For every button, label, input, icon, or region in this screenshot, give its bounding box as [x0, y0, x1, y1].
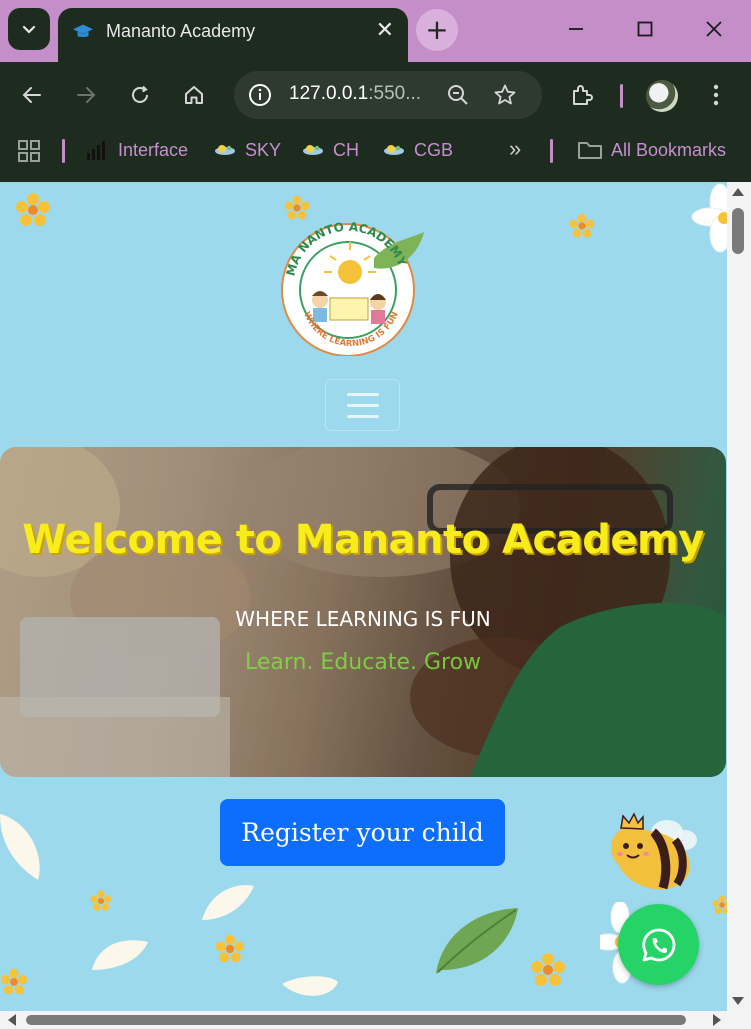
- minimize-button[interactable]: [561, 14, 591, 44]
- bookmark-label: CGB: [414, 139, 454, 160]
- url-text[interactable]: 127.0.0.1:550...: [289, 83, 421, 105]
- bookmark-label: SKY: [245, 139, 282, 160]
- satellite-icon: [303, 145, 323, 155]
- apps-grid-icon: [18, 140, 40, 162]
- flower-icon: [569, 213, 595, 238]
- hero-tagline: Learn. Educate. Grow: [244, 650, 482, 675]
- scroll-down-arrow[interactable]: [732, 997, 744, 1005]
- hamburger-line: [346, 414, 379, 418]
- horizontal-scrollbar[interactable]: [0, 1011, 751, 1029]
- register-child-button[interactable]: Register your child: [220, 799, 505, 866]
- leaf-icon: [436, 908, 518, 974]
- whatsapp-button[interactable]: [618, 904, 699, 985]
- vertical-scrollbar[interactable]: [727, 182, 751, 1011]
- flower-icon: [90, 890, 112, 911]
- new-tab-button[interactable]: +: [416, 9, 458, 51]
- close-window-button[interactable]: [699, 14, 729, 44]
- profile-avatar[interactable]: [646, 80, 678, 112]
- reload-icon: [132, 85, 148, 103]
- scroll-left-arrow[interactable]: [8, 1014, 16, 1026]
- petal-icon: [282, 976, 338, 996]
- bee-icon: [611, 812, 697, 890]
- flower-icon: [16, 193, 50, 226]
- title-bar: Mananto Academy ✕ +: [0, 0, 751, 62]
- flower-icon: [712, 895, 727, 914]
- daisy-icon: [691, 183, 727, 253]
- arrow-right-icon: [77, 87, 96, 103]
- apps-button[interactable]: [17, 139, 41, 163]
- bookmarks-separator: [550, 139, 553, 163]
- minimize-icon: [569, 28, 583, 30]
- bookmark-interface[interactable]: Interface: [86, 139, 188, 161]
- bookmark-ch[interactable]: CH: [301, 139, 359, 161]
- tab-title: Mananto Academy: [106, 21, 256, 41]
- hero-title: Welcome to Mananto Academy: [22, 517, 704, 563]
- url-host: 127.0.0.1: [289, 83, 369, 104]
- kebab-menu-icon: [713, 84, 719, 106]
- satellite-icon: [384, 145, 404, 155]
- folder-icon: [578, 142, 602, 159]
- flower-icon: [215, 934, 245, 963]
- site-info-icon[interactable]: [248, 83, 272, 107]
- browser-toolbar: 127.0.0.1:550...: [0, 62, 751, 128]
- home-button[interactable]: [179, 80, 209, 110]
- browser-tab[interactable]: Mananto Academy ✕: [58, 8, 408, 62]
- flower-icon: [0, 968, 28, 995]
- bookmark-cgb[interactable]: CGB: [382, 139, 453, 161]
- zoom-icon[interactable]: [446, 83, 470, 107]
- back-button[interactable]: [17, 80, 47, 110]
- bookmarks-bar: Interface SKY CH CGB » All Bookmarks: [0, 128, 751, 182]
- hamburger-line: [346, 392, 379, 396]
- petal-icon: [202, 885, 254, 920]
- maximize-button[interactable]: [630, 14, 660, 44]
- scrollbar-thumb[interactable]: [26, 1015, 686, 1025]
- page-viewport: MA NANTO ACADEMY WHERE LEARNING IS FUN W…: [0, 182, 751, 1029]
- browser-chrome: Mananto Academy ✕ + 127.0.0.1:550... Int…: [0, 0, 751, 182]
- bookmark-label: Interface: [118, 139, 189, 160]
- scrollbar-thumb[interactable]: [732, 208, 744, 254]
- scroll-up-arrow[interactable]: [732, 188, 744, 196]
- address-bar[interactable]: 127.0.0.1:550...: [234, 71, 542, 119]
- academy-logo: MA NANTO ACADEMY WHERE LEARNING IS FUN: [281, 222, 424, 356]
- maximize-icon: [637, 21, 653, 37]
- all-bookmarks-button[interactable]: All Bookmarks: [577, 139, 726, 161]
- petal-icon: [92, 940, 148, 970]
- scroll-right-arrow[interactable]: [713, 1014, 721, 1026]
- tab-close-icon[interactable]: ✕: [376, 18, 394, 43]
- hero-banner: Welcome to Mananto Academy WHERE LEARNIN…: [0, 447, 726, 777]
- tab-search-button[interactable]: [8, 8, 50, 50]
- home-icon: [185, 86, 203, 104]
- forward-button[interactable]: [71, 80, 101, 110]
- bookmarks-separator: [62, 139, 65, 163]
- arrow-left-icon: [22, 87, 41, 103]
- petal-icon: [0, 814, 40, 880]
- url-rest: :550...: [368, 83, 422, 104]
- bar-chart-icon: [87, 141, 105, 160]
- reload-button[interactable]: [125, 80, 155, 110]
- all-bookmarks-label: All Bookmarks: [611, 139, 727, 160]
- puzzle-icon: [573, 85, 593, 105]
- close-icon: [706, 21, 722, 37]
- whatsapp-icon: [641, 928, 675, 961]
- toolbar-separator: [620, 84, 623, 108]
- flower-icon: [531, 953, 565, 986]
- graduation-cap-icon: [72, 24, 94, 38]
- bookmark-label: CH: [333, 139, 359, 160]
- chevron-down-icon: [22, 25, 36, 34]
- flower-icon: [284, 195, 310, 220]
- bookmark-star-icon[interactable]: [493, 83, 517, 107]
- bookmark-sky[interactable]: SKY: [213, 139, 281, 161]
- nav-toggle-button[interactable]: [325, 379, 400, 431]
- web-page: MA NANTO ACADEMY WHERE LEARNING IS FUN W…: [0, 182, 727, 1011]
- hero-subtitle: WHERE LEARNING IS FUN: [235, 607, 491, 631]
- extensions-button[interactable]: [567, 80, 597, 110]
- bookmarks-overflow-button[interactable]: »: [509, 136, 521, 162]
- menu-button[interactable]: [701, 80, 731, 110]
- satellite-icon: [215, 145, 235, 155]
- hamburger-line: [346, 403, 379, 407]
